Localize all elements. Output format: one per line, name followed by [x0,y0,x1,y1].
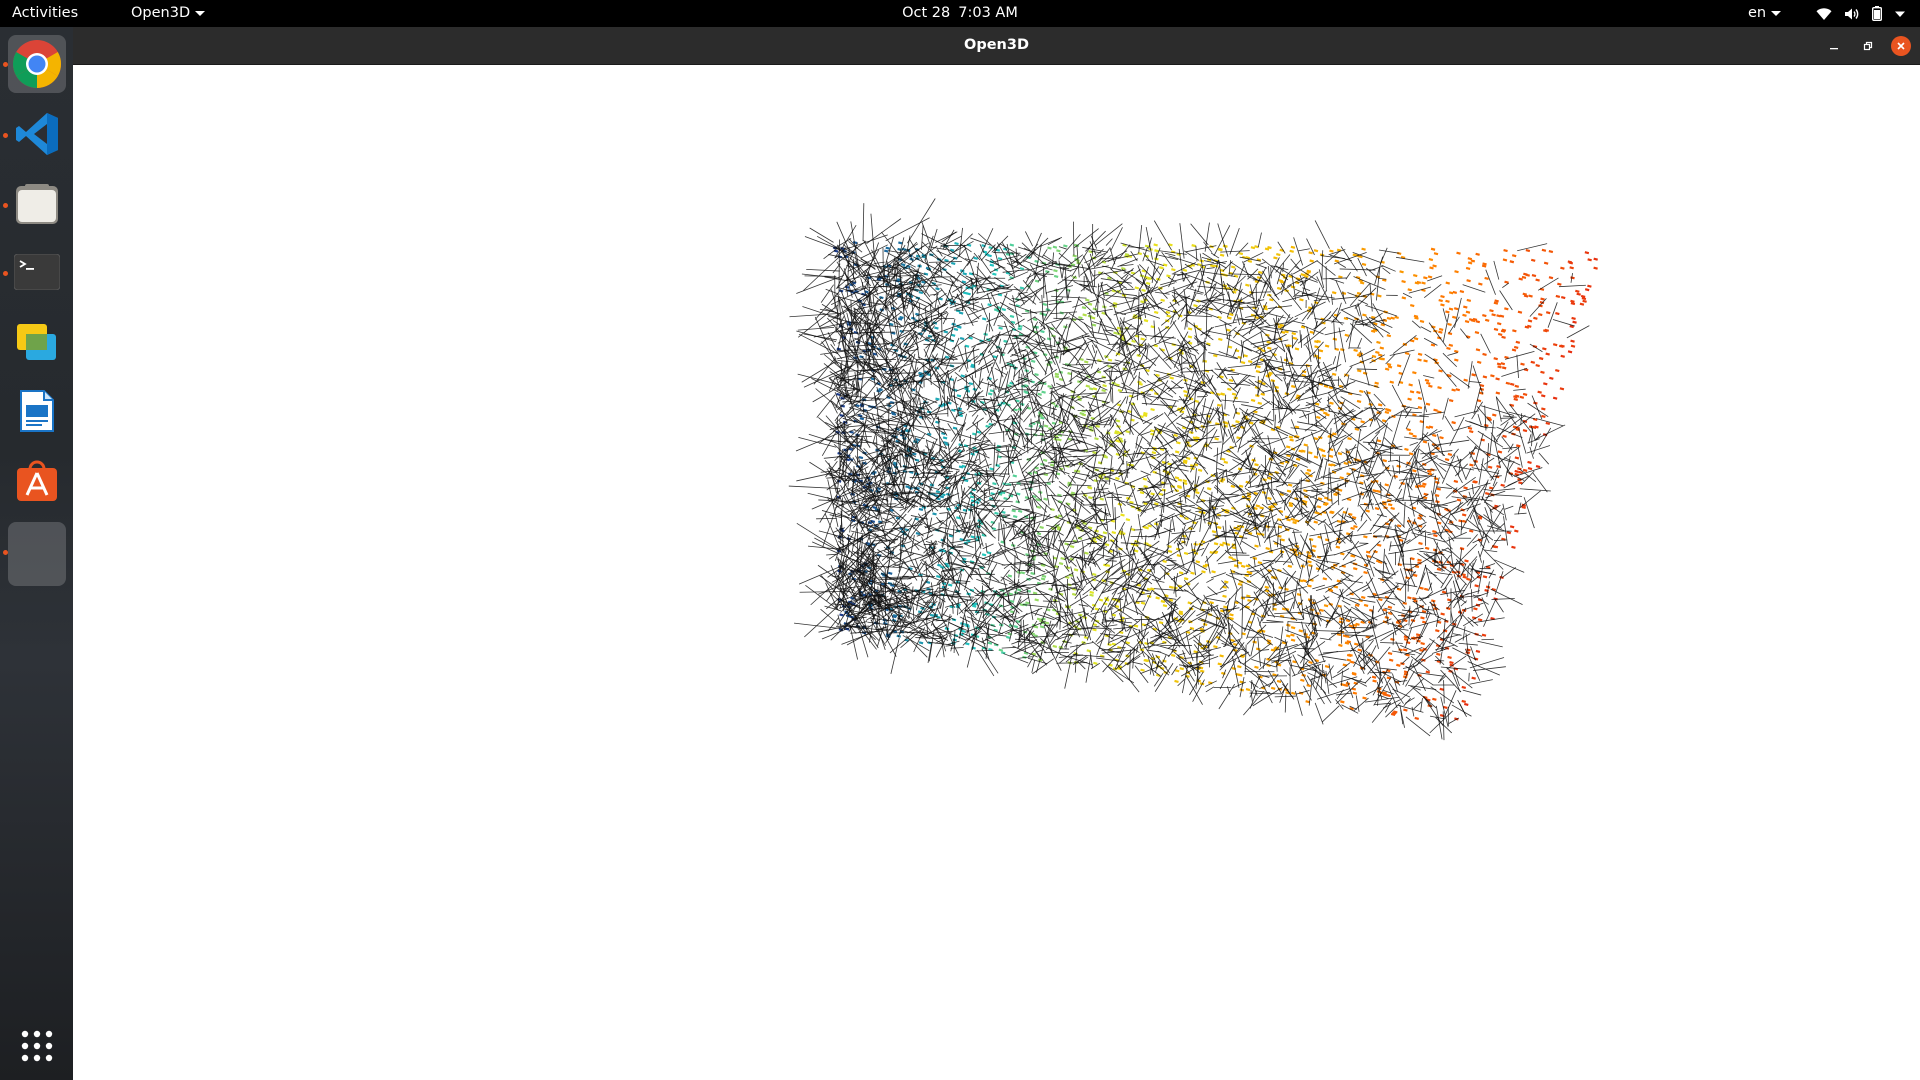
dock-item-open3d[interactable] [8,522,66,586]
files-icon [16,184,58,224]
activities-button[interactable]: Activities [12,0,78,27]
window-titlebar[interactable]: Open3D [73,27,1920,65]
point-cloud-render[interactable] [73,65,1920,1080]
wifi-icon[interactable] [1816,7,1832,21]
top-bar: Activities Open3D Oct 28 7:03 AM en [0,0,1920,27]
clock-date: Oct 28 [902,5,951,21]
clock-time: 7:03 AM [958,5,1018,21]
clock[interactable]: Oct 28 7:03 AM [898,0,1022,27]
maximize-icon [1863,41,1873,51]
3d-viewport[interactable] [73,65,1920,1080]
battery-icon[interactable] [1872,6,1882,21]
dock-item-writer[interactable] [8,382,66,440]
chevron-down-icon [1771,10,1782,16]
system-tray[interactable] [1816,0,1906,27]
dock-item-software[interactable] [8,452,66,510]
dock-item-files[interactable] [8,175,66,233]
grid-icon [21,1030,53,1062]
system-menu-icon[interactable] [1894,10,1906,18]
language-label: en [1748,5,1767,21]
open3d-window: Open3D [73,27,1920,1080]
app-menu[interactable]: Open3D [131,0,206,27]
app-menu-label: Open3D [131,5,191,21]
writer-icon [20,390,54,432]
dock-item-terminal[interactable] [8,243,66,301]
app-store-icon [17,460,57,501]
close-button[interactable] [1891,36,1911,56]
minimize-icon [1830,48,1838,50]
dock [0,27,73,1080]
chrome-icon [12,40,62,88]
dock-item-vscode[interactable] [8,105,66,163]
open3d-window-icon [17,534,57,574]
close-icon [1897,42,1905,50]
volume-icon[interactable] [1844,7,1860,21]
slides-icon [17,324,56,360]
dock-item-chrome[interactable] [8,35,66,93]
maximize-button[interactable] [1858,36,1878,56]
terminal-icon [14,254,60,290]
minimize-button[interactable] [1824,36,1844,56]
dock-item-slides[interactable] [8,313,66,371]
chevron-down-icon [195,10,206,16]
show-applications-button[interactable] [8,1017,66,1075]
language-indicator[interactable]: en [1748,0,1782,27]
vscode-icon [16,113,58,155]
window-title: Open3D [964,37,1029,53]
